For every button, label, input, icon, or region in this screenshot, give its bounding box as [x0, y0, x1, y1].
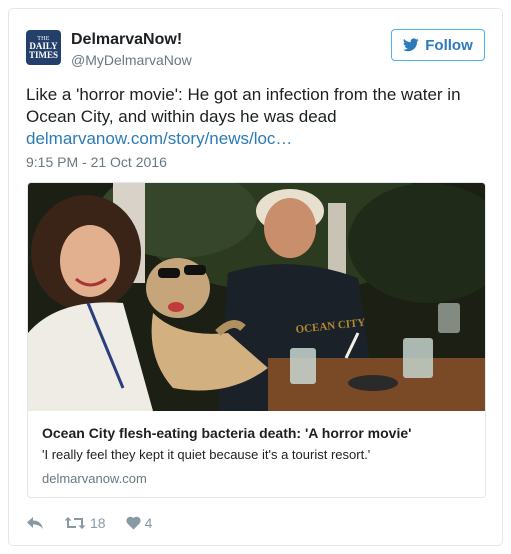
card-domain: delmarvanow.com [42, 471, 147, 486]
tweet-embed: THE DAILY TIMES DelmarvaNow! @MyDelmarva… [8, 8, 503, 546]
tweet-text: Like a 'horror movie': He got an infecti… [26, 85, 461, 126]
author-name[interactable]: DelmarvaNow! [71, 31, 182, 49]
twitter-bird-icon [403, 38, 419, 52]
link-card[interactable]: OCEAN CITY Ocean City flesh-eating bacte… [27, 182, 486, 498]
card-description: 'I really feel they kept it quiet becaus… [42, 447, 371, 462]
follow-button[interactable]: Follow [391, 29, 485, 61]
retweet-icon [64, 516, 86, 530]
tweet-link[interactable]: delmarvanow.com/story/news/loc… [26, 129, 292, 149]
retweet-count: 18 [90, 515, 106, 531]
avatar-text-line3: TIMES [28, 49, 58, 60]
reply-button[interactable] [26, 516, 44, 530]
avatar[interactable]: THE DAILY TIMES [26, 30, 61, 65]
follow-label: Follow [425, 36, 473, 54]
like-count: 4 [144, 515, 153, 531]
reply-icon [26, 516, 44, 530]
tweet-actions: 18 4 [26, 513, 172, 533]
like-button[interactable]: 4 [126, 515, 153, 531]
author-handle[interactable]: @MyDelmarvaNow [71, 52, 192, 68]
card-photo[interactable]: OCEAN CITY [28, 183, 485, 411]
tweet-timestamp[interactable]: 9:15 PM - 21 Oct 2016 [26, 154, 167, 170]
heart-icon [126, 516, 141, 530]
retweet-button[interactable]: 18 [64, 515, 106, 531]
card-title[interactable]: Ocean City flesh-eating bacteria death: … [42, 425, 411, 441]
